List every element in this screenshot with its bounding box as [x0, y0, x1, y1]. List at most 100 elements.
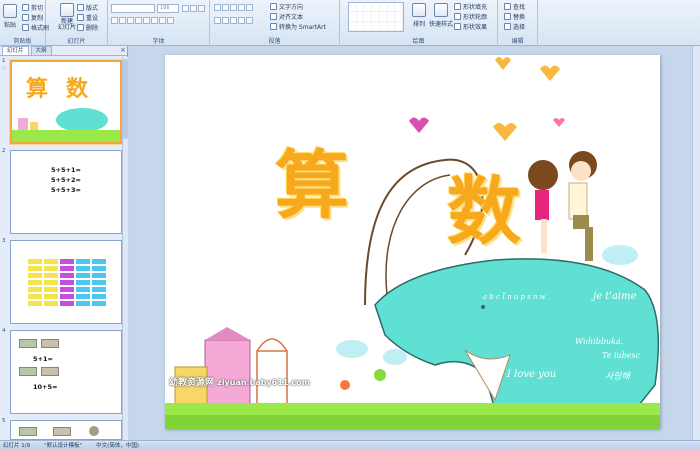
tab-outline[interactable]: 大纲 [30, 46, 52, 55]
replace-icon [504, 13, 511, 20]
font-size-select[interactable]: 166 [157, 4, 179, 13]
pane-scrollbar[interactable] [122, 57, 128, 440]
arrange-icon [412, 3, 426, 17]
title-char-1[interactable]: 算 [275, 147, 349, 225]
columns-icon[interactable] [246, 17, 253, 24]
justify-icon[interactable] [238, 17, 245, 24]
banknote-image [53, 427, 71, 436]
reset-button[interactable]: 重设 [77, 13, 98, 22]
language-indicator[interactable]: 中文(简体，中国) [96, 441, 139, 449]
editing-label: 编辑 [511, 38, 524, 45]
bold-icon[interactable] [111, 17, 118, 24]
delete-icon [77, 24, 84, 31]
thumb-equation: 5+5+3= [51, 186, 81, 194]
delete-button[interactable]: 删除 [77, 23, 98, 32]
copy-icon [22, 14, 29, 21]
underline-icon[interactable] [127, 17, 134, 24]
paragraph-label: 段落 [268, 38, 281, 45]
outline-icon [454, 13, 461, 20]
ribbon: 粘贴 剪切 复制 格式刷 剪贴板 新建 幻灯片 版式 重设 删除 幻灯片 166… [0, 0, 700, 46]
increase-indent-icon[interactable] [238, 4, 245, 11]
align-text-icon [270, 13, 277, 20]
thumb-equation: 5+5+2= [51, 176, 81, 184]
font-name-select[interactable] [111, 4, 155, 13]
shape-effects-button[interactable]: 形状效果 [454, 22, 487, 31]
slide-thumbnail-2[interactable]: 5+5+1= 5+5+2= 5+5+3= [10, 150, 122, 234]
arrange-button[interactable]: 排列 [412, 3, 426, 28]
italic-icon[interactable] [119, 17, 126, 24]
editor-scrollbar[interactable] [692, 46, 700, 440]
reset-icon [77, 14, 84, 21]
elephant-body [374, 258, 660, 411]
slide-canvas[interactable]: 算 数 a b c Ï n o p s n w . je t'aime Wuhi… [165, 55, 660, 429]
numbering-icon[interactable] [222, 4, 229, 11]
layout-button[interactable]: 版式 [77, 3, 98, 12]
align-center-icon[interactable] [222, 17, 229, 24]
select-button[interactable]: 选择 [504, 22, 525, 31]
handwritten-text: a b c Ï n o p s n w . [483, 293, 551, 301]
format-painter-button[interactable]: 格式刷 [22, 23, 49, 32]
replace-button[interactable]: 替换 [504, 12, 525, 21]
slide-illustration [165, 57, 660, 429]
list-row [214, 4, 253, 11]
clear-format-icon[interactable] [198, 5, 205, 12]
grow-font-icon[interactable] [182, 5, 189, 12]
line-spacing-icon[interactable] [246, 4, 253, 11]
slide-number: 3 [2, 238, 6, 244]
shrink-font-icon[interactable] [190, 5, 197, 12]
heart-icon [409, 117, 429, 133]
shadow-icon[interactable] [143, 17, 150, 24]
font-color-icon[interactable] [167, 17, 174, 24]
thumbnail-slot[interactable]: 3 [0, 238, 122, 326]
thumbnail-slot[interactable]: 5 [0, 418, 122, 440]
shape-fill-button[interactable]: 形状填充 [454, 2, 487, 11]
handwritten-text: Te iubesc [602, 351, 641, 360]
drawing-label: 绘图 [412, 38, 425, 45]
font-label: 字体 [152, 38, 165, 45]
quick-styles-button[interactable]: 快速样式 [429, 3, 453, 28]
slide-thumbnail-3[interactable] [10, 240, 122, 324]
cut-button[interactable]: 剪切 [22, 3, 43, 12]
bullets-icon[interactable] [214, 4, 221, 11]
text-direction-button[interactable]: 文字方向 [270, 2, 303, 11]
paste-icon [3, 4, 17, 18]
quick-styles-icon [434, 3, 448, 17]
slide-number: 1 [2, 58, 6, 64]
slides-label: 幻灯片 [67, 38, 86, 45]
thumb-equation: 10+5= [33, 383, 58, 391]
decrease-indent-icon[interactable] [230, 4, 237, 11]
paste-button[interactable]: 粘贴 [3, 4, 17, 29]
thumb-title-char-2: 数 [66, 76, 89, 102]
title-char-2[interactable]: 数 [447, 173, 521, 251]
slide-thumbnail-4[interactable]: 5+1= 10+5= [10, 330, 122, 414]
handwritten-text: 사랑해 [605, 372, 630, 382]
banknote-image [41, 339, 59, 348]
copy-button[interactable]: 复制 [22, 13, 43, 22]
strike-icon[interactable] [135, 17, 142, 24]
tab-slides[interactable]: 幻灯片 [2, 46, 29, 55]
case-icon[interactable] [159, 17, 166, 24]
shapes-gallery[interactable] [348, 2, 404, 32]
thumbnail-slot[interactable]: 4 5+1= 10+5= [0, 328, 122, 416]
effects-icon [454, 23, 461, 30]
handwritten-text: je t'aime [593, 291, 637, 302]
text-direction-icon [270, 3, 277, 10]
slide-thumbnail-1[interactable]: 算 数 [10, 60, 122, 144]
new-slide-button[interactable]: 新建 幻灯片 [58, 3, 76, 31]
smartart-button[interactable]: 转换为 SmartArt [270, 22, 326, 31]
spacing-icon[interactable] [151, 17, 158, 24]
brush-icon [22, 24, 29, 31]
close-pane-button[interactable]: × [120, 46, 126, 54]
thumbnail-slot[interactable]: 1 ☆ 算 数 [0, 58, 122, 146]
slide-thumbnail-5[interactable] [10, 420, 122, 440]
align-text-button[interactable]: 对齐文本 [270, 12, 303, 21]
align-right-icon[interactable] [230, 17, 237, 24]
slide-number: 5 [2, 418, 6, 424]
scrollbar-thumb[interactable] [123, 59, 128, 139]
find-button[interactable]: 查找 [504, 2, 525, 11]
shape-outline-button[interactable]: 形状轮廓 [454, 12, 487, 21]
align-left-icon[interactable] [214, 17, 221, 24]
handwritten-text: I love you [507, 369, 557, 380]
fill-icon [454, 3, 461, 10]
thumbnail-slot[interactable]: 2 5+5+1= 5+5+2= 5+5+3= [0, 148, 122, 236]
